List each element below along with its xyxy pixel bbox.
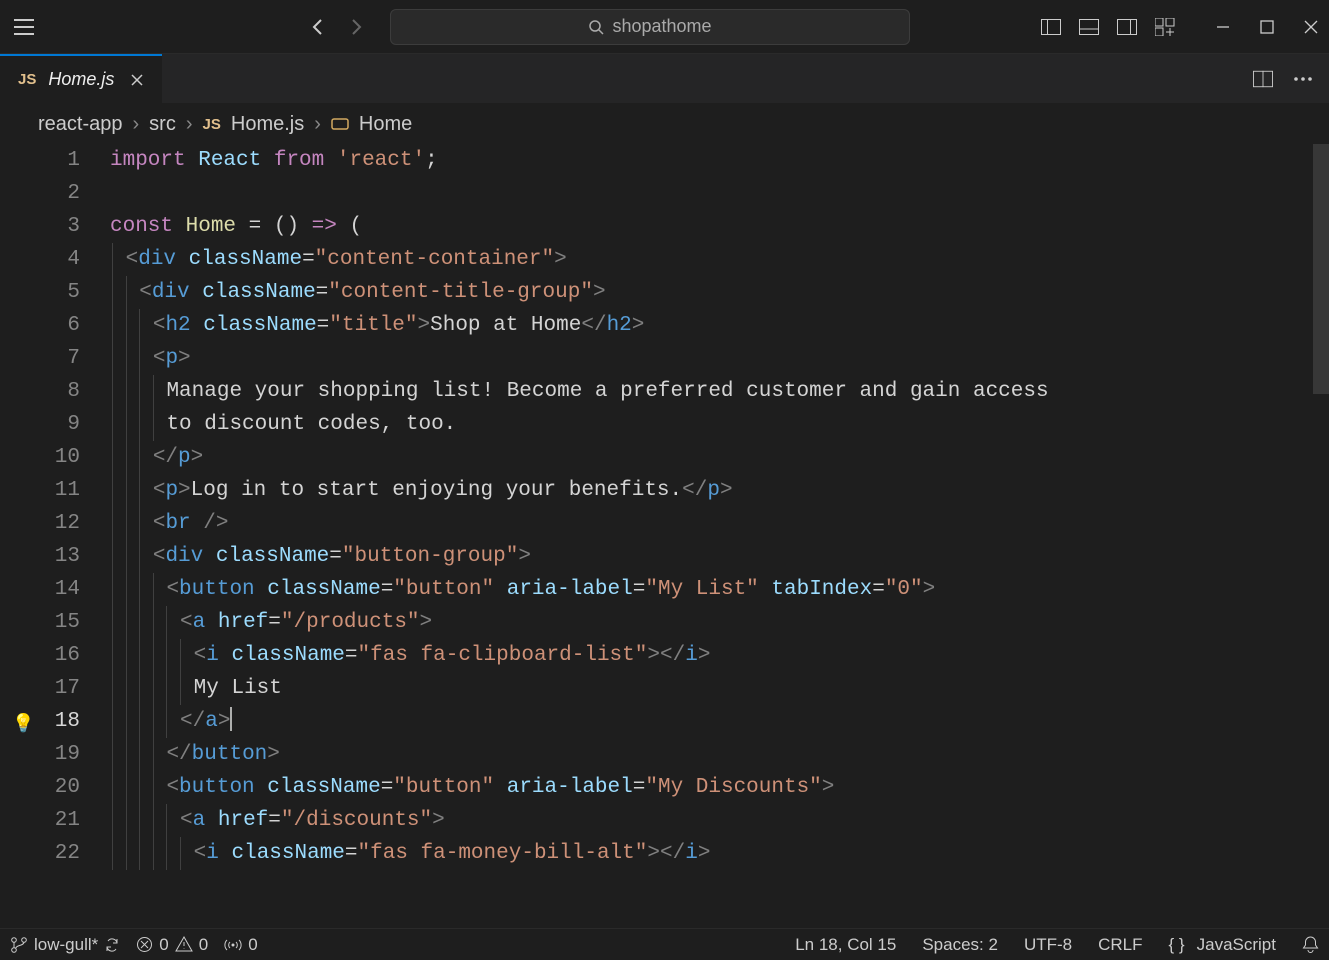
layout-bottom-icon[interactable] [1079,17,1099,37]
menu-icon[interactable] [8,11,40,43]
more-actions-icon[interactable] [1293,69,1313,89]
js-file-icon: JS [18,71,36,88]
notifications-icon[interactable] [1302,936,1319,954]
chevron-right-icon: › [186,113,193,136]
title-bar: shopathome [0,0,1329,54]
braces-icon: { } [1169,935,1185,955]
warning-count: 0 [199,935,208,955]
tab-filename: Home.js [48,69,114,90]
branch-icon [10,936,28,954]
radio-tower-icon [224,937,242,953]
chevron-right-icon: › [133,113,140,136]
code-editor[interactable]: 12345678910111213141516171819202122 impo… [0,144,1329,928]
breadcrumb-segment[interactable]: src [149,113,176,136]
status-bar: low-gull* 0 0 0 Ln 18, Col 15 Spaces: 2 … [0,928,1329,960]
error-icon [136,936,153,953]
layout-right-icon[interactable] [1117,17,1137,37]
command-center-search[interactable]: shopathome [390,9,910,45]
language-mode[interactable]: { } JavaScript [1169,935,1276,955]
problems-status[interactable]: 0 0 [136,935,208,955]
eol-status[interactable]: CRLF [1098,935,1142,955]
maximize-icon[interactable] [1257,17,1277,37]
search-icon [588,19,604,35]
tab-home-js[interactable]: JS Home.js [0,54,162,103]
tab-close-icon[interactable] [126,69,148,91]
split-editor-icon[interactable] [1253,69,1273,89]
indentation-status[interactable]: Spaces: 2 [922,935,998,955]
ports-status[interactable]: 0 [224,935,257,955]
source-control-branch[interactable]: low-gull* [10,935,120,955]
layout-left-icon[interactable] [1041,17,1061,37]
nav-forward-icon[interactable] [346,17,366,37]
symbol-variable-icon [331,113,349,136]
breadcrumb-segment[interactable]: Home.js [231,113,304,136]
search-text: shopathome [612,16,711,37]
breadcrumb-symbol[interactable]: Home [359,113,412,136]
code-content[interactable]: import React from 'react';const Home = (… [110,144,1329,928]
minimize-icon[interactable] [1213,17,1233,37]
js-file-icon: JS [203,116,221,133]
encoding-status[interactable]: UTF-8 [1024,935,1072,955]
nav-back-icon[interactable] [308,17,328,37]
lightbulb-icon[interactable]: 💡 [12,709,34,742]
ports-count: 0 [248,935,257,955]
warning-icon [175,936,193,953]
close-window-icon[interactable] [1301,17,1321,37]
line-number-gutter: 12345678910111213141516171819202122 [0,144,110,928]
branch-name: low-gull* [34,935,98,955]
breadcrumb-segment[interactable]: react-app [38,113,123,136]
cursor-position[interactable]: Ln 18, Col 15 [795,935,896,955]
tab-bar: JS Home.js [0,54,1329,104]
breadcrumb[interactable]: react-app › src › JS Home.js › Home [0,104,1329,144]
vertical-scrollbar[interactable] [1313,144,1329,394]
language-name: JavaScript [1197,935,1276,955]
chevron-right-icon: › [314,113,321,136]
sync-icon[interactable] [104,937,120,953]
customize-layout-icon[interactable] [1155,17,1175,37]
error-count: 0 [159,935,168,955]
